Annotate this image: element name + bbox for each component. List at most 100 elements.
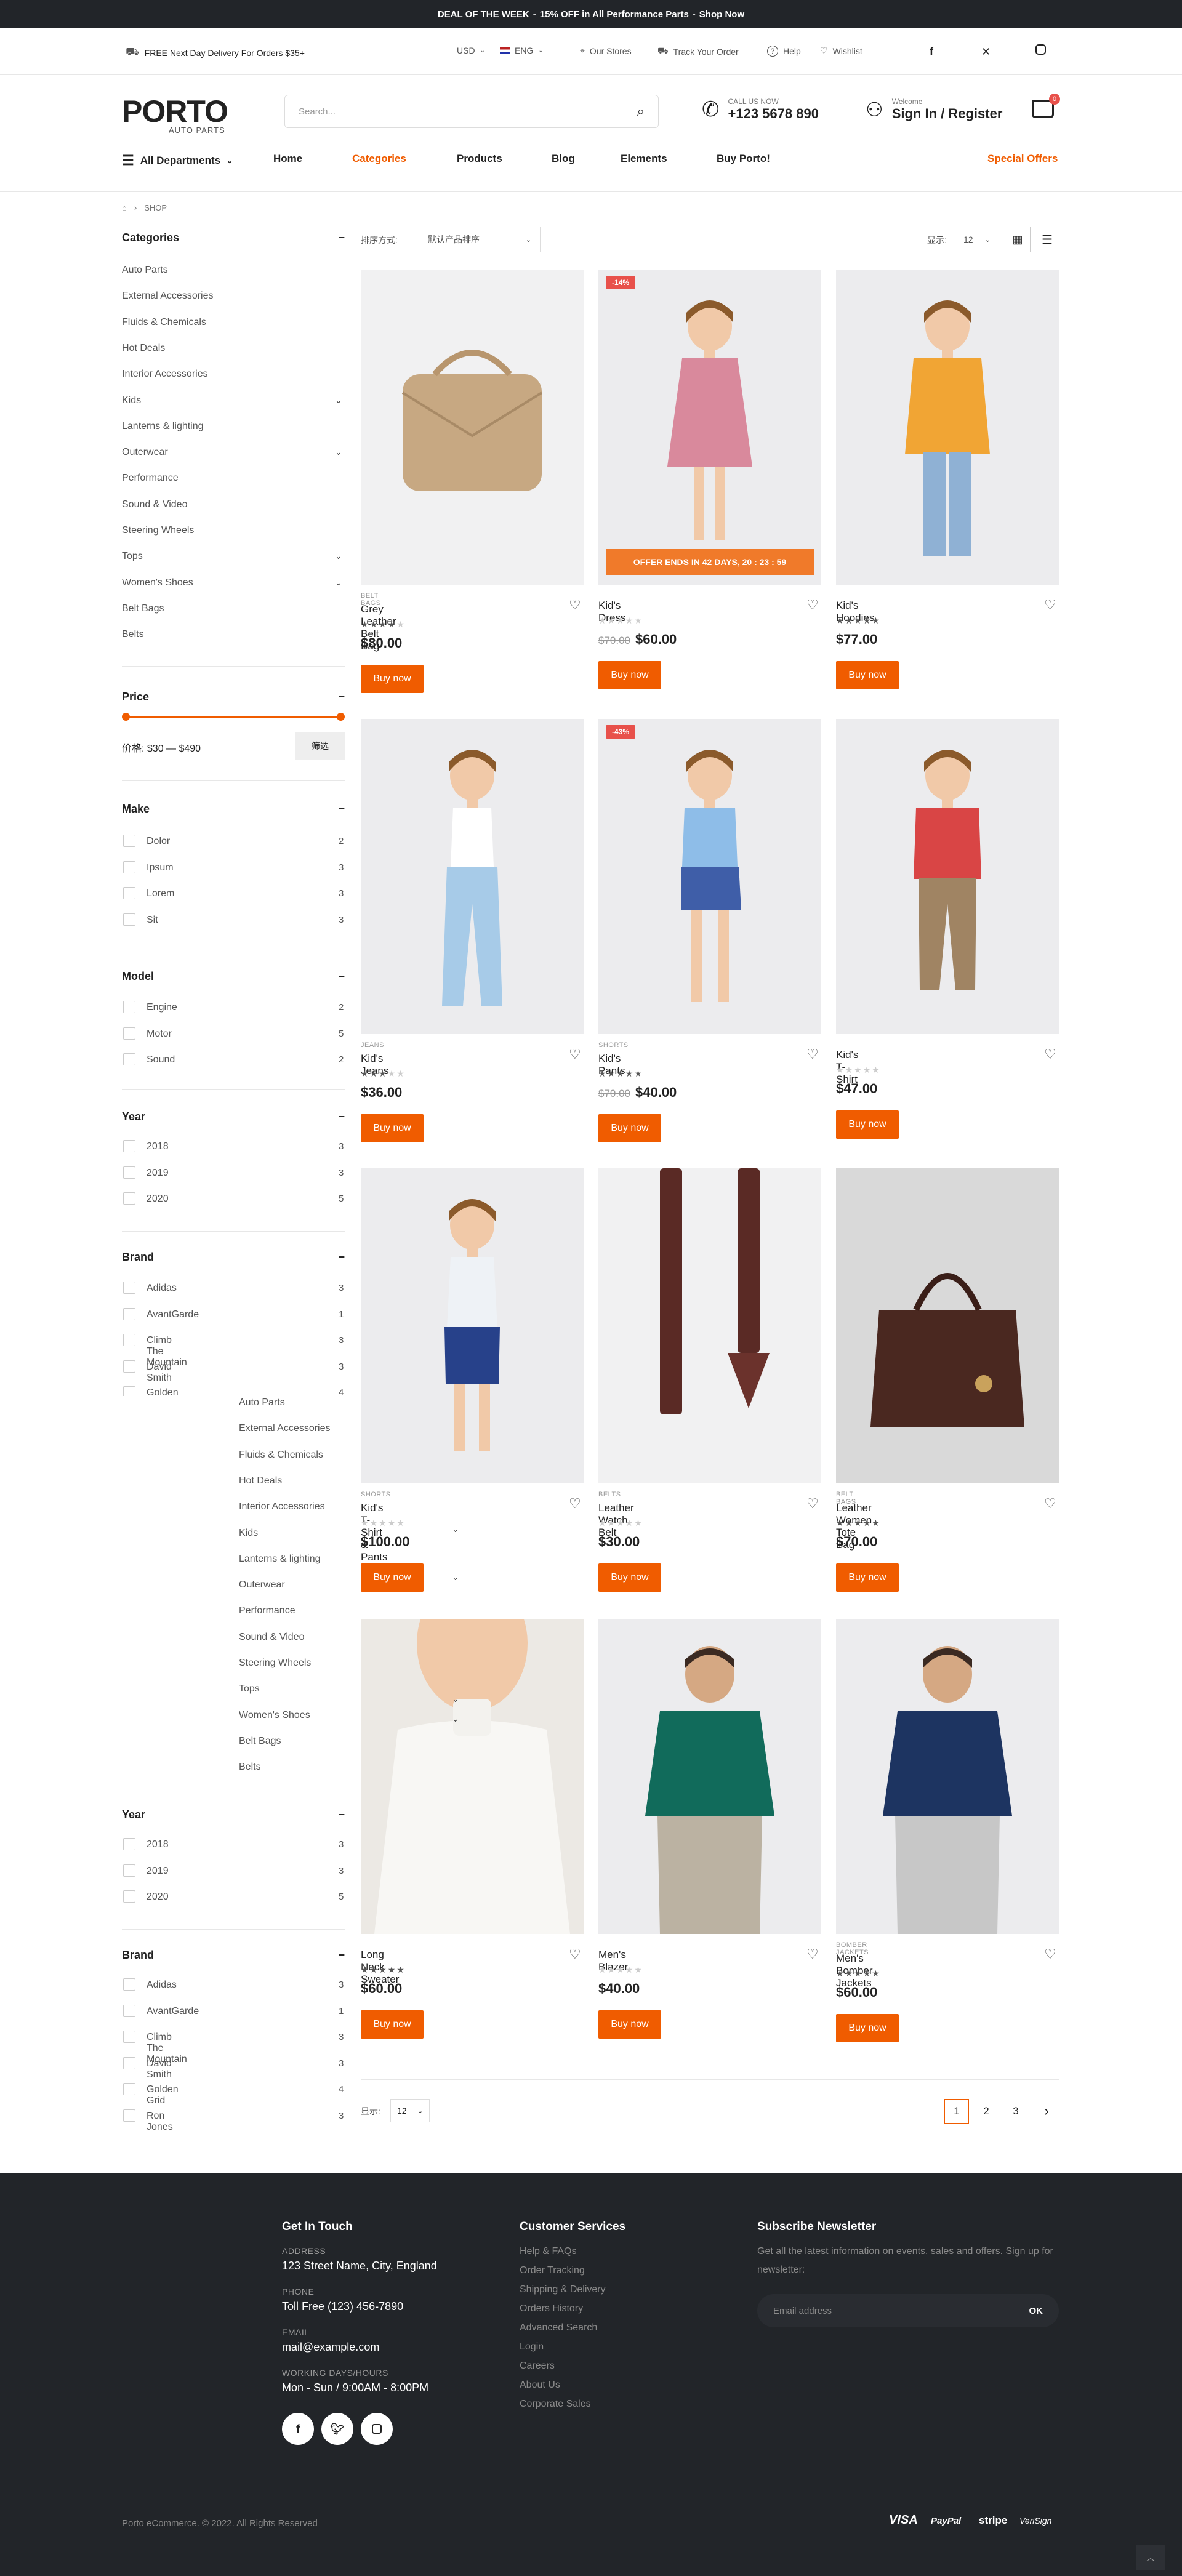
page-1[interactable]: 1	[944, 2099, 969, 2124]
buy-now-button[interactable]: Buy now	[598, 1563, 661, 1592]
footer-link[interactable]: Advanced Search	[520, 2322, 597, 2333]
category-link[interactable]: Hot Deals	[239, 1475, 282, 1487]
checkbox[interactable]	[123, 2083, 135, 2096]
list-view-icon[interactable]: ☰	[1034, 227, 1060, 252]
checkbox[interactable]	[123, 1334, 135, 1347]
product-image[interactable]	[361, 1619, 584, 1934]
category-link[interactable]: Interior Accessories	[239, 1501, 325, 1512]
wishlist-link[interactable]: ♡ Wishlist	[820, 46, 862, 56]
scroll-to-top-icon[interactable]: ︿	[1136, 2545, 1165, 2570]
facebook-icon[interactable]: f	[930, 46, 933, 58]
wishlist-heart-icon[interactable]: ♡	[569, 597, 581, 613]
newsletter-submit-button[interactable]: OK	[1029, 2306, 1043, 2316]
phone-value[interactable]: Toll Free (123) 456-7890	[282, 2300, 403, 2313]
checkbox[interactable]	[123, 2109, 135, 2122]
footer-link[interactable]: Careers	[520, 2361, 555, 2372]
checkbox[interactable]	[123, 2056, 135, 2069]
account-link[interactable]: ⚇ Welcome Sign In / Register	[866, 97, 1002, 122]
product-image[interactable]	[836, 1619, 1059, 1934]
facebook-icon[interactable]: f	[282, 2413, 314, 2445]
nav-buy-porto[interactable]: Buy Porto!	[717, 153, 770, 165]
year-heading-duplicate[interactable]: Year −	[122, 1808, 345, 1821]
call-us[interactable]: ✆ CALL US NOW +123 5678 890	[702, 97, 819, 122]
category-link[interactable]: Sound & Video	[239, 1632, 304, 1643]
wishlist-heart-icon[interactable]: ♡	[1044, 597, 1056, 613]
footer-link[interactable]: Order Tracking	[520, 2265, 585, 2276]
checkbox[interactable]	[123, 1864, 135, 1877]
category-link[interactable]: Women's Shoes	[239, 1710, 310, 1721]
wishlist-heart-icon[interactable]: ♡	[806, 1496, 819, 1512]
product-category[interactable]: BELTS	[598, 1491, 621, 1498]
product-image[interactable]	[598, 719, 821, 1034]
buy-now-button[interactable]: Buy now	[361, 2010, 424, 2039]
category-link[interactable]: Belt Bags	[239, 1736, 281, 1747]
category-link[interactable]: Belts	[239, 1762, 261, 1773]
category-link[interactable]: Kids	[239, 1528, 258, 1539]
instagram-icon[interactable]	[1035, 44, 1046, 55]
product-image[interactable]	[836, 719, 1059, 1034]
help-link[interactable]: ? Help	[767, 46, 801, 57]
checkbox[interactable]	[123, 1386, 135, 1396]
chevron-down-icon[interactable]: ⌄	[452, 1714, 459, 1724]
track-order-link[interactable]: ⛟ Track Your Order	[657, 46, 739, 57]
checkbox[interactable]	[123, 1890, 135, 1903]
product-category[interactable]: SHORTS	[361, 1491, 391, 1498]
shop-now-link[interactable]: Shop Now	[699, 9, 744, 20]
category-link[interactable]: Steering Wheels	[239, 1658, 311, 1669]
buy-now-button[interactable]: Buy now	[836, 661, 899, 689]
product-name[interactable]: Kid's T-Shirt & Pants	[361, 1502, 387, 1563]
category-link[interactable]: External Accessories	[239, 1423, 331, 1434]
cart-button[interactable]: 0	[1032, 94, 1060, 121]
category-link[interactable]: Auto Parts	[239, 1397, 285, 1408]
page-2[interactable]: 2	[974, 2099, 999, 2124]
next-page-icon[interactable]: ›	[1034, 2099, 1059, 2124]
checkbox[interactable]	[123, 1282, 135, 1294]
show-select[interactable]: 12 ⌄	[957, 227, 997, 252]
nav-blog[interactable]: Blog	[552, 153, 575, 165]
language-select[interactable]: ENG ⌄	[500, 46, 544, 55]
checkbox[interactable]	[123, 2031, 135, 2044]
wishlist-heart-icon[interactable]: ♡	[569, 1496, 581, 1512]
category-link[interactable]: Tops	[239, 1683, 260, 1695]
buy-now-button[interactable]: Buy now	[361, 1114, 424, 1142]
footer-link[interactable]: Shipping & Delivery	[520, 2284, 606, 2295]
checkbox[interactable]	[123, 1307, 135, 1320]
sort-select[interactable]: 默认产品排序 ⌄	[419, 227, 541, 252]
nav-products[interactable]: Products	[457, 153, 502, 165]
wishlist-heart-icon[interactable]: ♡	[569, 1946, 581, 1962]
buy-now-button[interactable]: Buy now	[836, 1110, 899, 1139]
twitter-icon[interactable]: 🐦︎	[321, 2413, 353, 2445]
product-image[interactable]	[836, 1168, 1059, 1483]
buy-now-button[interactable]: Buy now	[836, 1563, 899, 1592]
checkbox[interactable]	[123, 2004, 135, 2017]
product-category[interactable]: SHORTS	[598, 1041, 629, 1049]
pagination-show-select[interactable]: 12 ⌄	[390, 2099, 430, 2122]
page-3[interactable]: 3	[1003, 2099, 1028, 2124]
x-twitter-icon[interactable]: ✕	[981, 46, 991, 58]
product-category[interactable]: JEANS	[361, 1041, 384, 1049]
footer-link[interactable]: Help & FAQs	[520, 2246, 576, 2257]
newsletter-email-input[interactable]: Email address	[773, 2306, 832, 2316]
category-link[interactable]: Outerwear	[239, 1579, 285, 1591]
currency-select[interactable]: USD ⌄	[457, 46, 485, 55]
checkbox[interactable]	[123, 1838, 135, 1850]
buy-now-button[interactable]: Buy now	[598, 2010, 661, 2039]
chevron-down-icon[interactable]: ⌄	[452, 1694, 459, 1704]
wishlist-heart-icon[interactable]: ♡	[569, 1046, 581, 1062]
product-image[interactable]	[598, 1168, 821, 1483]
search-icon[interactable]: ⌕	[637, 103, 645, 119]
buy-now-button[interactable]: Buy now	[598, 661, 661, 689]
footer-link[interactable]: About Us	[520, 2380, 560, 2391]
footer-link[interactable]: Corporate Sales	[520, 2399, 591, 2410]
buy-now-button[interactable]: Buy now	[361, 1563, 424, 1592]
product-image[interactable]	[361, 1168, 584, 1483]
collapse-icon[interactable]: −	[338, 1949, 345, 1962]
checkbox[interactable]	[123, 1360, 135, 1373]
footer-link[interactable]: Orders History	[520, 2303, 583, 2314]
wishlist-heart-icon[interactable]: ♡	[806, 1046, 819, 1062]
nav-special-offers[interactable]: Special Offers	[987, 153, 1058, 165]
wishlist-heart-icon[interactable]: ♡	[806, 1946, 819, 1962]
wishlist-heart-icon[interactable]: ♡	[806, 597, 819, 613]
grid-view-icon[interactable]: ▦	[1005, 227, 1031, 252]
product-image[interactable]	[836, 270, 1059, 585]
